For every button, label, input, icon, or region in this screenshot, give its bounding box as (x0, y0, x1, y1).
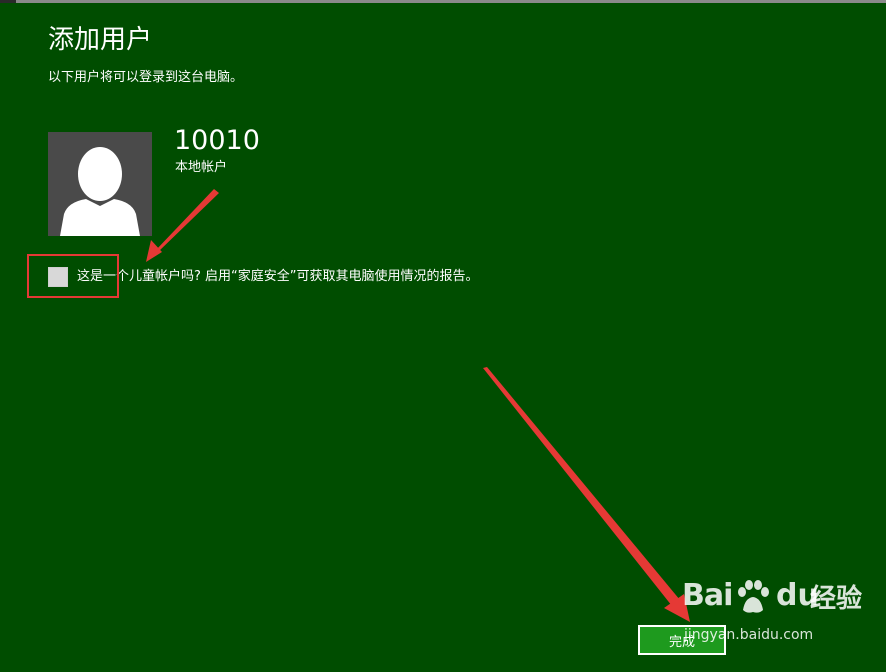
arrow-to-checkbox (150, 189, 219, 259)
page-title: 添加用户 (48, 25, 153, 55)
arrow-to-finish-head (664, 594, 690, 622)
watermark-brand-left: Bai (682, 578, 733, 613)
user-avatar (48, 132, 152, 236)
finish-button[interactable]: 完成 (638, 625, 726, 655)
user-silhouette-icon (60, 147, 140, 236)
account-type: 本地帐户 (175, 160, 228, 175)
window-top-bar (0, 0, 886, 3)
window-top-bar-edge (0, 0, 16, 3)
user-name: 10010 (174, 125, 260, 156)
annotation-arrows (146, 189, 690, 622)
watermark-brand-right: du (776, 578, 819, 613)
page-subtitle: 以下用户将可以登录到这台电脑。 (48, 70, 244, 85)
child-account-checkbox[interactable] (48, 267, 68, 287)
watermark-product: 经验 (810, 584, 863, 614)
arrow-to-finish (483, 367, 680, 606)
child-account-label: 这是一个儿童帐户吗? 启用“家庭安全”可获取其电脑使用情况的报告。 (77, 269, 479, 284)
paw-icon (738, 580, 769, 613)
arrow-to-checkbox-head (146, 240, 162, 262)
child-account-option[interactable]: 这是一个儿童帐户吗? 启用“家庭安全”可获取其电脑使用情况的报告。 (48, 266, 479, 288)
